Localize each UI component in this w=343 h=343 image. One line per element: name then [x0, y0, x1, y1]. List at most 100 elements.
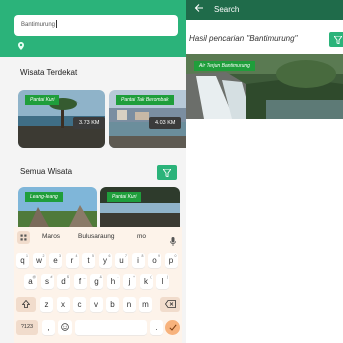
nearby-card[interactable]: Pantai Kuri 3.73 KM	[18, 90, 105, 148]
key-f[interactable]: _ f	[73, 274, 87, 289]
key-label: q	[20, 256, 25, 265]
key-alt: 4	[75, 254, 78, 258]
key-alt: 3	[59, 254, 61, 258]
key-o[interactable]: 9o	[148, 253, 161, 268]
key-g[interactable]: & g	[90, 274, 103, 289]
key-period[interactable]: .	[150, 320, 163, 335]
key-alt: 0	[174, 254, 177, 258]
soft-keyboard: Maros Bulusaraung mo 1q 2w 3e 4r 5t 6y 7…	[14, 227, 182, 343]
key-h[interactable]: -h	[106, 274, 120, 289]
key-alt: @	[32, 275, 36, 279]
search-value: Bantimurung	[21, 22, 56, 28]
key-j[interactable]: + j	[123, 274, 136, 289]
filter-button[interactable]	[157, 165, 177, 180]
key-x[interactable]: x	[56, 297, 70, 312]
search-header: Search	[186, 0, 343, 20]
all-card[interactable]: Leang-leang	[18, 187, 97, 229]
key-comma[interactable]: ,	[42, 320, 55, 335]
check-icon	[168, 324, 177, 331]
key-alt: (	[150, 275, 152, 279]
key-v[interactable]: v	[89, 297, 103, 312]
filter-icon	[333, 35, 343, 45]
card-name-tag: Pantai Kuri	[25, 95, 60, 105]
key-alt: _	[83, 275, 86, 279]
suggestion-item[interactable]: mo	[137, 233, 146, 240]
key-n[interactable]: n	[122, 297, 136, 312]
back-button[interactable]	[194, 3, 204, 16]
key-label: z	[44, 300, 49, 309]
symbols-key[interactable]: ?123	[16, 320, 38, 335]
key-alt: &	[99, 275, 102, 279]
key-alt: 5	[92, 254, 94, 258]
key-q[interactable]: 1q	[16, 253, 29, 268]
key-t[interactable]: 5t	[82, 253, 95, 268]
shift-key[interactable]	[16, 297, 36, 312]
key-label: c	[77, 300, 82, 309]
key-alt: 1	[26, 254, 28, 258]
search-input[interactable]: Bantimurung	[14, 15, 178, 36]
key-d[interactable]: $ d	[57, 274, 70, 289]
key-alt: 7	[125, 254, 127, 258]
key-w[interactable]: 2w	[32, 253, 46, 268]
grid-icon[interactable]	[17, 231, 30, 244]
key-alt: +	[132, 275, 135, 279]
key-alt: 8	[141, 254, 144, 258]
key-label: .	[155, 323, 158, 332]
key-label: m	[142, 300, 149, 309]
mic-icon[interactable]	[170, 233, 176, 251]
key-k[interactable]: (k	[139, 274, 153, 289]
key-b[interactable]: b	[106, 297, 119, 312]
key-c[interactable]: c	[73, 297, 86, 312]
key-label: l	[161, 277, 164, 286]
key-label: y	[103, 256, 107, 265]
emoji-key[interactable]	[58, 320, 72, 335]
key-p[interactable]: 0p	[164, 253, 178, 268]
backspace-key[interactable]	[160, 297, 180, 312]
key-z[interactable]: z	[40, 297, 53, 312]
key-label: n	[126, 300, 132, 309]
result-card[interactable]: Air Terjun Bantimurung	[186, 54, 343, 119]
key-label: x	[61, 300, 65, 309]
key-a[interactable]: @ a	[24, 274, 37, 289]
key-label: v	[94, 300, 98, 309]
home-screen: Bantimurung Wisata Terdekat Pantai Kuri …	[0, 0, 186, 343]
arrow-left-icon	[194, 4, 203, 12]
key-label: k	[144, 277, 148, 286]
header-title: Search	[214, 5, 240, 14]
key-label: h	[110, 277, 116, 286]
search-results-screen: Search Hasil pencarian "Bantimurung" Air…	[186, 0, 343, 343]
filter-button[interactable]	[329, 32, 343, 47]
enter-key[interactable]	[165, 320, 180, 335]
backspace-icon	[164, 300, 176, 309]
key-alt: 6	[108, 254, 111, 258]
all-card[interactable]: Pantai Kuri	[100, 187, 180, 229]
key-m[interactable]: m	[139, 297, 152, 312]
key-r[interactable]: 4r	[65, 253, 79, 268]
card-name-tag: Air Terjun Bantimurung	[194, 61, 255, 71]
location-pin-icon[interactable]	[18, 42, 24, 52]
space-key[interactable]	[75, 320, 147, 335]
key-label: w	[36, 256, 42, 265]
key-y[interactable]: 6y	[98, 253, 112, 268]
suggestion-bar: Maros Bulusaraung mo	[14, 227, 182, 249]
nearby-card[interactable]: Pantai Tak Berombak 4.03 KM	[109, 90, 186, 148]
key-u[interactable]: 7u	[115, 253, 128, 268]
key-s[interactable]: # s	[40, 274, 54, 289]
nearby-section-title: Wisata Terdekat	[20, 68, 78, 77]
key-label: s	[45, 277, 49, 286]
key-alt: -	[117, 275, 119, 279]
suggestion-item[interactable]: Bulusaraung	[78, 233, 115, 240]
key-alt: 2	[42, 254, 45, 258]
key-label: f	[78, 277, 82, 286]
all-section-title: Semua Wisata	[20, 167, 73, 176]
key-label: p	[168, 256, 174, 265]
key-label: g	[94, 277, 99, 286]
key-i[interactable]: 8i	[131, 253, 145, 268]
key-e[interactable]: 3e	[49, 253, 62, 268]
key-label: b	[110, 300, 115, 309]
distance-badge: 3.73 KM	[73, 117, 105, 129]
card-name-tag: Leang-leang	[25, 192, 63, 202]
suggestion-item[interactable]: Maros	[42, 233, 60, 240]
key-l[interactable]: ) l	[156, 274, 169, 289]
filter-icon	[162, 168, 172, 178]
